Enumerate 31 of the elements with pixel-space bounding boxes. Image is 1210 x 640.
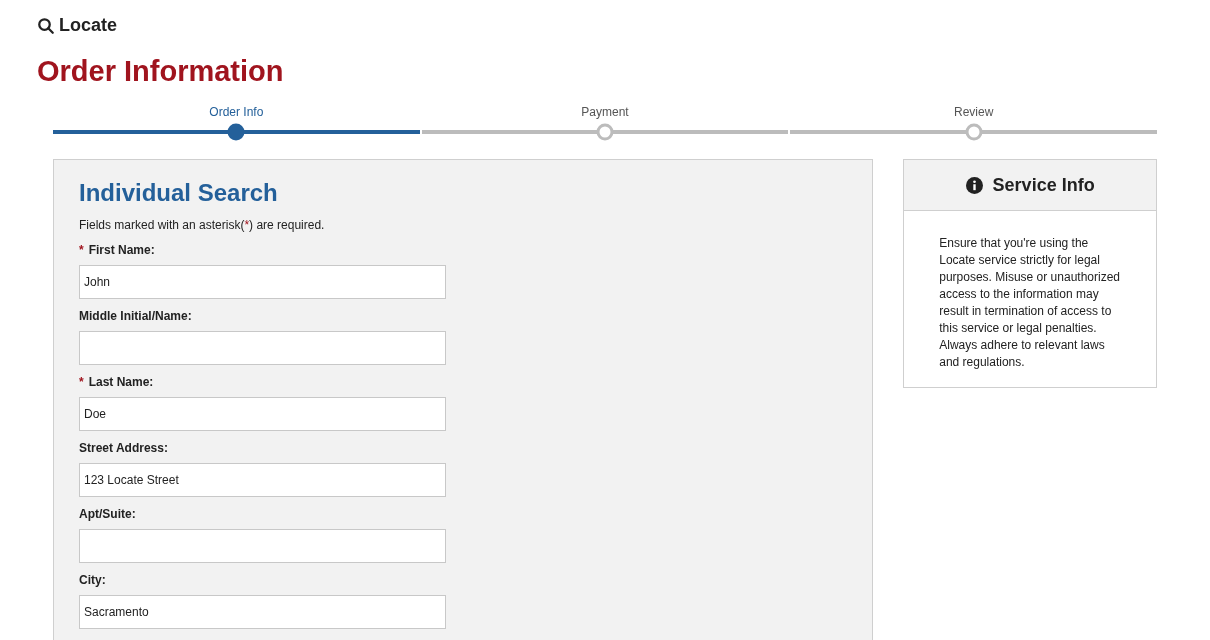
field-label: Street Address: [79, 440, 168, 457]
field-label: Apt/Suite: [79, 506, 136, 523]
input-field[interactable]: 123 Locate Street [79, 463, 446, 497]
step-track[interactable] [421, 123, 789, 140]
input-field[interactable]: Sacramento [79, 595, 446, 629]
input-field[interactable] [79, 331, 446, 365]
field-label: City: [79, 572, 106, 589]
step-marker [965, 123, 983, 140]
form-title: Individual Search [79, 178, 279, 208]
step-label: Order Info [209, 105, 264, 119]
search-icon [37, 16, 55, 35]
step-label: Payment [581, 105, 629, 119]
required-asterisk: * [79, 242, 84, 259]
field-label: Middle Initial/Name: [79, 308, 192, 325]
info-icon [965, 176, 983, 194]
step-track[interactable] [790, 123, 1157, 140]
step-marker [227, 123, 245, 140]
step-marker [596, 123, 614, 140]
app-name: Locate [59, 14, 118, 37]
page-title: Order Information [36, 54, 285, 89]
input-field[interactable]: John [79, 265, 446, 299]
step-label: Review [954, 105, 994, 119]
input-field[interactable]: Doe [79, 397, 446, 431]
service-info-text: Ensure that you're using the Locate service strictly for legal purposes. Misuse or unauthorized access to the information may result in termination of access to this service or legal penalties. Always adhere to relevant laws and regulations. [938, 235, 1121, 371]
step-track[interactable] [53, 123, 420, 140]
required-note: Fields marked with an asterisk(*) are required. [79, 217, 326, 233]
required-asterisk: * [79, 374, 84, 391]
input-field[interactable] [79, 529, 446, 563]
panel-title: Service Info [992, 173, 1095, 197]
field-label: Last Name: [88, 374, 154, 391]
field-label: First Name: [88, 242, 155, 259]
